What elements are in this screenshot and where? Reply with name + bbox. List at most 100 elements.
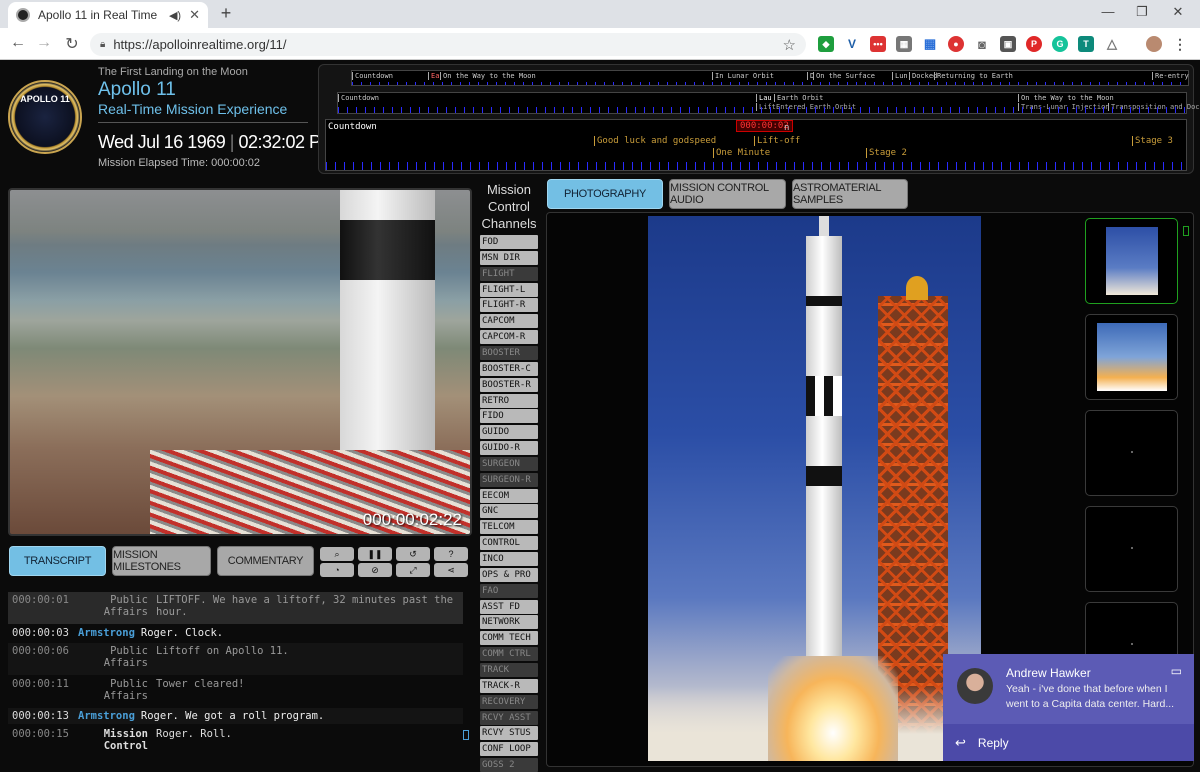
extension-dots-icon[interactable]: ••• xyxy=(870,36,886,52)
channel-button[interactable]: CONTROL xyxy=(480,536,538,551)
transcript-time[interactable]: 000:00:13 xyxy=(12,710,78,722)
history-icon[interactable]: ↺ xyxy=(396,547,430,561)
transcript-scroll-indicator[interactable] xyxy=(463,730,469,740)
channel-button[interactable]: FLIGHT-R xyxy=(480,298,538,313)
mute-icon[interactable]: ⊘ xyxy=(358,563,392,577)
channel-button[interactable]: CONF LOOP xyxy=(480,742,538,757)
channel-button[interactable]: RETRO xyxy=(480,393,538,408)
channel-button[interactable]: SURGEON xyxy=(480,456,538,471)
zoom-label[interactable]: Countdown xyxy=(338,94,379,102)
restore-button[interactable]: ❐ xyxy=(1132,4,1152,20)
menu-icon[interactable]: ⋮ xyxy=(1172,36,1188,52)
channel-button[interactable]: TRACK xyxy=(480,662,538,677)
channel-button[interactable]: GUIDO xyxy=(480,425,538,440)
photo-thumbnail[interactable] xyxy=(1085,506,1178,592)
tab-astromaterial-samples[interactable]: ASTROMATERIAL SAMPLES xyxy=(792,179,908,209)
channel-button[interactable]: SURGEON-R xyxy=(480,472,538,487)
mission-timeline[interactable]: Countdown Ea On the Way to the Moon In L… xyxy=(318,64,1200,174)
minimize-button[interactable]: — xyxy=(1098,4,1118,19)
channel-button[interactable]: RECOVERY xyxy=(480,694,538,709)
channel-button[interactable]: BOOSTER-R xyxy=(480,377,538,392)
tab-photography[interactable]: PHOTOGRAPHY xyxy=(547,179,663,209)
timeline-zoom[interactable]: Countdown Lau Earth Orbit Lift Entered E… xyxy=(337,92,1200,114)
channel-button[interactable]: CAPCOM-R xyxy=(480,330,538,345)
channel-button[interactable]: TELCOM xyxy=(480,520,538,535)
channel-button[interactable]: GOSS 2 xyxy=(480,758,538,772)
timeline-phases[interactable]: Countdown Ea On the Way to the Moon In L… xyxy=(351,70,1189,86)
channel-button[interactable]: CAPCOM xyxy=(480,314,538,329)
channel-button[interactable]: COMM CTRL xyxy=(480,647,538,662)
photo-thumbnail[interactable] xyxy=(1085,314,1178,400)
channel-button[interactable]: BOOSTER-C xyxy=(480,361,538,376)
address-bar[interactable]: 🔒︎ https://apolloinrealtime.org/11/ ☆ xyxy=(90,33,806,56)
transcript-row[interactable]: 000:00:13 Armstrong Roger. We got a roll… xyxy=(8,708,463,724)
reload-icon[interactable]: ↻ xyxy=(62,34,82,54)
phase-label[interactable]: On the Way to the Moon xyxy=(440,72,536,80)
fullscreen-icon[interactable]: ⤢ xyxy=(396,563,430,577)
transcript-time[interactable]: 000:00:03 xyxy=(12,627,78,639)
bookmark-star-icon[interactable]: ☆ xyxy=(783,36,796,54)
channel-button[interactable]: COMM TECH xyxy=(480,631,538,646)
phase-label[interactable]: Ea xyxy=(428,72,439,80)
grammarly-icon[interactable]: G xyxy=(1052,36,1068,52)
channel-button[interactable]: MSN DIR xyxy=(480,250,538,265)
comment-icon[interactable]: ▣ xyxy=(1000,36,1016,52)
transcript-time[interactable]: 000:00:11 xyxy=(12,678,78,706)
extension-v-icon[interactable]: V xyxy=(844,36,860,52)
speaker-icon[interactable]: ◀) xyxy=(169,9,181,22)
transcript-row[interactable]: 000:00:01 Public Affairs LIFTOFF. We hav… xyxy=(8,592,463,624)
search-icon[interactable]: ⌕ xyxy=(320,547,354,561)
browser-tab[interactable]: Apollo 11 in Real Time ◀) ✕ xyxy=(8,2,208,28)
chat-notification[interactable]: Andrew Hawker Yeah - i've done that befo… xyxy=(943,654,1194,761)
tab-commentary[interactable]: COMMENTARY xyxy=(217,546,314,576)
timeline-detail[interactable]: Countdown 000:00:02 n Good luck and gods… xyxy=(325,119,1187,171)
extension-t-icon[interactable]: T xyxy=(1078,36,1094,52)
tab-transcript[interactable]: TRANSCRIPT xyxy=(9,546,106,576)
pinterest-icon[interactable]: P xyxy=(1026,36,1042,52)
event-label[interactable]: Lift-off xyxy=(754,136,800,146)
channel-button[interactable]: FAO xyxy=(480,583,538,598)
channel-button[interactable]: FLIGHT-L xyxy=(480,282,538,297)
event-label[interactable]: Good luck and godspeed xyxy=(594,136,716,146)
tab-mission-milestones[interactable]: MISSION MILESTONES xyxy=(112,546,211,576)
channel-button[interactable]: INCO xyxy=(480,552,538,566)
transcript-panel[interactable]: 000:00:01 Public Affairs LIFTOFF. We hav… xyxy=(8,588,476,763)
drive-icon[interactable]: △ xyxy=(1104,36,1120,52)
extension-badge-icon[interactable]: ● xyxy=(948,36,964,52)
channel-button[interactable]: BOOSTER xyxy=(480,345,538,360)
transcript-row[interactable]: 000:00:06 Public Affairs Liftoff on Apol… xyxy=(8,643,463,675)
photo-thumbnail[interactable] xyxy=(1085,410,1178,496)
channel-button[interactable]: OPS & PRO xyxy=(480,567,538,582)
phase-label[interactable]: On the Surface xyxy=(813,72,875,80)
channel-button[interactable]: FOD xyxy=(480,235,538,249)
event-label[interactable]: Stage 3 xyxy=(1132,136,1173,146)
launch-photo[interactable] xyxy=(648,216,981,761)
thumbnail-scroll-indicator[interactable] xyxy=(1183,226,1189,236)
camera-icon[interactable]: ◙ xyxy=(974,36,990,52)
transcript-row[interactable]: 000:00:15 Mission Control Roger. Roll. xyxy=(8,726,463,758)
transcript-time[interactable]: 000:00:01 xyxy=(12,594,78,622)
transcript-time[interactable]: 000:00:06 xyxy=(12,645,78,673)
share-icon[interactable]: ⋖ xyxy=(434,563,468,577)
close-tab-icon[interactable]: ✕ xyxy=(189,7,200,23)
reply-button[interactable]: ↩ Reply xyxy=(943,724,1194,761)
channel-button[interactable]: RCVY STUS xyxy=(480,726,538,741)
phase-label[interactable]: In Lunar Orbit xyxy=(712,72,774,80)
channel-button[interactable]: RCVY ASST xyxy=(480,710,538,725)
phase-label[interactable]: Re-entry xyxy=(1152,72,1189,80)
channel-button[interactable]: FLIGHT xyxy=(480,266,538,281)
channel-button[interactable]: FIDO xyxy=(480,409,538,424)
channel-button[interactable]: EECOM xyxy=(480,488,538,503)
channel-button[interactable]: NETWORK xyxy=(480,615,538,630)
phase-label[interactable]: Returning to Earth xyxy=(934,72,1013,80)
back-icon[interactable]: ← xyxy=(8,34,28,52)
help-icon[interactable]: ? xyxy=(434,547,468,561)
extension-evernote-icon[interactable]: ◆ xyxy=(818,36,834,52)
phase-label[interactable]: Countdown xyxy=(352,72,393,80)
event-label[interactable]: Stage 2 xyxy=(866,148,907,158)
zoom-label[interactable]: On the Way to the Moon xyxy=(1018,94,1114,102)
transcript-row[interactable]: 000:00:11 Public Affairs Tower cleared! xyxy=(8,676,463,708)
zoom-label[interactable]: Lau xyxy=(756,94,772,102)
transcript-row[interactable]: 000:00:03 Armstrong Roger. Clock. xyxy=(8,625,463,641)
channel-button[interactable]: TRACK-R xyxy=(480,678,538,693)
